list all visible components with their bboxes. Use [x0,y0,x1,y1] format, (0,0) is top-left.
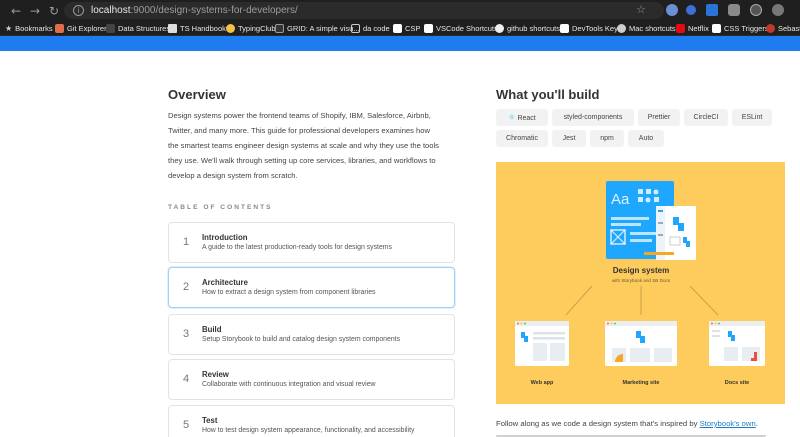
tech-tag: Auto [628,130,664,147]
extension-icon[interactable] [750,4,762,16]
toc-item-title: Architecture [202,278,248,287]
overview-text: Design systems power the frontend teams … [168,111,439,180]
illustration-headline: Design system [613,266,669,275]
github-icon [495,24,504,33]
follow-along-continued [496,433,785,437]
toc-number: 4 [182,373,190,385]
apple-icon [617,24,626,33]
tech-tag: npm [590,130,624,147]
toc-item-introduction[interactable]: 1 Introduction A guide to the latest pro… [168,222,455,263]
storybook-link[interactable]: Storybook's own [700,419,756,428]
bookmark-favicon [226,24,235,33]
extension-icon[interactable] [686,5,696,15]
star-icon: ★ [5,24,13,33]
site-label-docs: Docs site [725,380,749,386]
bookmark-favicon [424,24,433,33]
toc-item-title: Introduction [202,233,248,242]
forward-icon[interactable]: → [27,3,43,19]
tech-tag: Chromatic [496,130,548,147]
toc-item-architecture[interactable]: 2 Architecture How to extract a design s… [168,267,455,308]
bookmark-favicon [275,24,284,33]
docs-site-mockup [709,321,765,366]
toc-number: 1 [182,236,190,248]
aa-glyph: Aa [611,191,630,208]
bookmark-item[interactable]: GRID: A simple visu... [275,22,360,35]
bookmark-item[interactable]: Mac shortcuts [617,22,676,35]
toc-number: 2 [182,281,190,293]
bookmark-item[interactable]: Netflix [676,22,709,35]
toc-item-description: How to extract a design system from comp… [202,289,376,296]
follow-along-text: Follow along as we code a design system … [496,419,758,428]
toc-heading: TABLE OF CONTENTS [168,204,273,211]
build-title: What you'll build [496,87,600,102]
bookmark-favicon [393,24,402,33]
page-icon [168,24,177,33]
bookmark-item[interactable]: CSS Triggers [712,22,769,35]
bookmark-item[interactable]: TS Handbook [168,22,226,35]
bookmark-favicon [55,24,64,33]
folder-icon [351,24,360,33]
toc-item-description: Collaborate with continuous integration … [202,381,376,388]
back-icon[interactable]: ← [8,3,24,19]
bookmark-item[interactable]: ★ Bookmarks [5,22,53,35]
bookmark-item[interactable]: VSCode Shortcuts [424,22,498,35]
bookmarks-bar: ★ Bookmarks Git Explorer Data Structures … [0,21,800,36]
bookmark-favicon [106,24,115,33]
address-bar[interactable]: i localhost:9000/design-systems-for-deve… [64,2,664,19]
toc-number: 5 [182,419,190,431]
tech-tag: Jest [552,130,586,147]
toc-item-description: Setup Storybook to build and catalog des… [202,336,401,343]
bookmark-item[interactable]: da code [351,22,390,35]
tech-tag: ESLint [732,109,772,126]
tech-tag: styled-components [552,109,634,126]
marketing-site-mockup [605,321,677,366]
site-info-icon[interactable]: i [73,5,84,16]
bookmark-star-icon[interactable]: ☆ [636,3,646,16]
site-label-marketing: Marketing site [623,380,660,386]
bookmark-item[interactable]: Git Explorer [55,22,107,35]
toc-item-title: Review [202,370,229,379]
site-label-web-app: Web app [531,380,554,386]
bookmark-favicon [712,24,721,33]
toc-item-title: Test [202,416,218,425]
netflix-icon [676,24,685,33]
extension-icon[interactable] [666,4,678,16]
extension-icon[interactable] [706,4,718,16]
illustration-graphic: Aa Design system with Storybook and SB D… [515,181,765,386]
bookmark-favicon [766,24,775,33]
toc-item-description: How to test design system appearance, fu… [202,427,415,434]
tech-tag: Prettier [638,109,680,126]
bookmark-favicon [560,24,569,33]
toc-number: 3 [182,328,190,340]
toc-item-test[interactable]: 5 Test How to test design system appeara… [168,405,455,437]
tech-tag: CircleCI [684,109,728,126]
toc-item-build[interactable]: 3 Build Setup Storybook to build and cat… [168,314,455,355]
bookmark-item[interactable]: Data Structures [106,22,170,35]
overview-title: Overview [168,87,226,102]
site-header-bar [0,36,800,51]
bookmark-item[interactable]: TypingClub [226,22,276,35]
bookmark-item[interactable]: Sebasti [766,22,800,35]
bookmark-item[interactable]: github shortcuts [495,22,560,35]
toc-item-title: Build [202,325,222,334]
address-url: localhost:9000/design-systems-for-develo… [91,5,298,16]
web-app-mockup [515,321,569,366]
illustration-subline: with Storybook and SB Docs [612,278,671,283]
reload-icon[interactable]: ↻ [46,3,62,19]
bookmark-item[interactable]: DevTools Keys [560,22,622,35]
storybook-panel [656,206,696,260]
profile-icon[interactable] [772,4,784,16]
browser-toolbar: ← → ↻ i localhost:9000/design-systems-fo… [0,0,800,21]
connector-lines [565,285,719,316]
react-icon: ⚛ [508,113,516,122]
design-system-illustration: Aa Design system with Storybook and SB D… [496,162,785,404]
toc-item-description: A guide to the latest production-ready t… [202,244,392,251]
extension-icon[interactable] [728,4,740,16]
toc-item-review[interactable]: 4 Review Collaborate with continuous int… [168,359,455,400]
bookmark-item[interactable]: CSP [393,22,420,35]
tech-tag-react: ⚛ React [496,109,548,126]
